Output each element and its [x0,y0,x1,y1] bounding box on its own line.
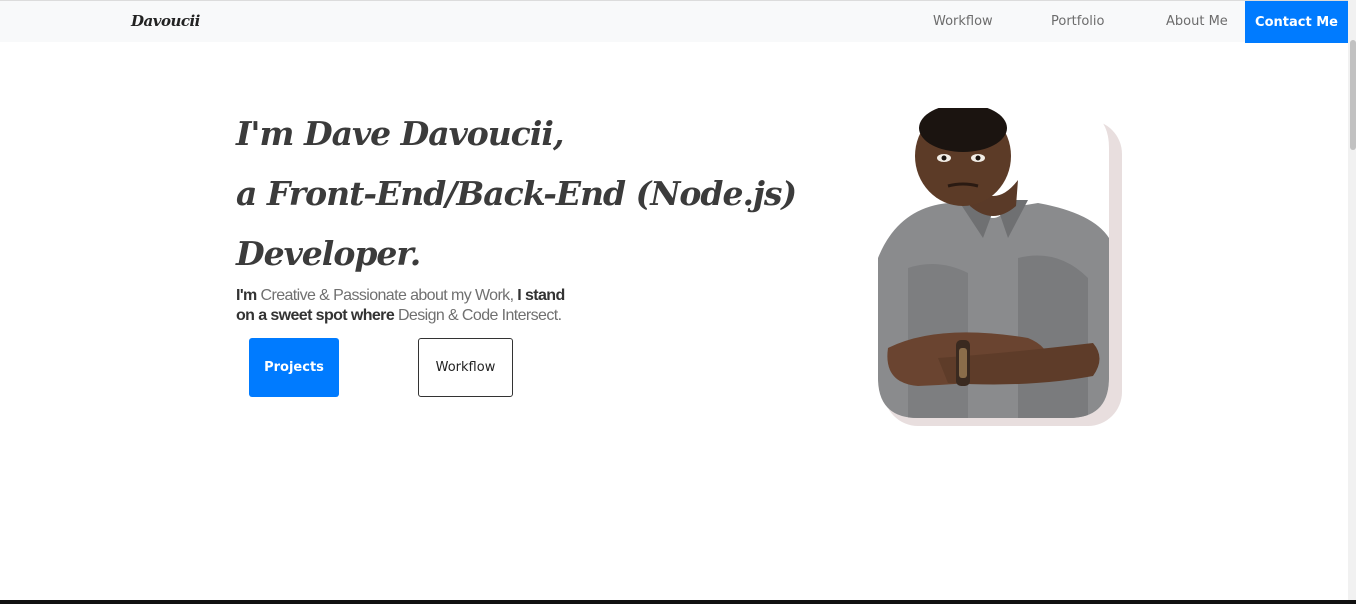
profile-photo [878,108,1109,418]
bottom-edge-bar [0,600,1356,604]
nav-link-workflow[interactable]: Workflow [933,14,993,29]
headline-line-1: I'm Dave Davoucii, [236,114,564,153]
headline-line-2: a Front-End/Back-End (Node.js) [236,174,797,213]
nav-link-portfolio[interactable]: Portfolio [1051,14,1104,29]
tagline-part-1: I'm [236,287,261,304]
tagline-highlight-1: Creative & Passionate about my Work, [260,287,515,304]
headline-line-3: Developer. [236,234,421,273]
tagline-highlight-2: Design & Code Intersect. [397,307,562,324]
brand-logo[interactable]: Davoucii [131,12,200,30]
projects-button[interactable]: Projects [249,338,339,397]
scrollbar-thumb[interactable] [1350,40,1356,150]
hero-tagline: I'm Creative & Passionate about my Work,… [236,286,576,326]
hero-headline: I'm Dave Davoucii, a Front-End/Back-End … [236,104,797,284]
workflow-button[interactable]: Workflow [418,338,513,397]
nav-link-about[interactable]: About Me [1166,14,1228,29]
contact-button[interactable]: Contact Me [1245,1,1348,43]
navbar: Davoucii Workflow Portfolio About Me Con… [0,0,1348,43]
